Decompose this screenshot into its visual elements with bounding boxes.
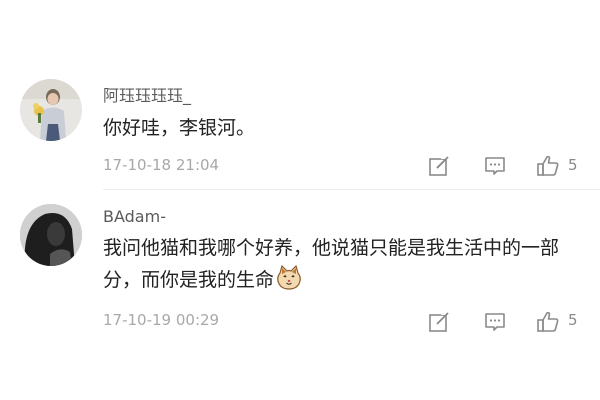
- thumbs-up-icon: [537, 155, 559, 176]
- edit-button[interactable]: [427, 310, 452, 334]
- username[interactable]: 阿珏珏珏珏_: [103, 82, 191, 106]
- like-count: 5: [568, 156, 578, 174]
- comment-icon: [485, 313, 505, 331]
- like-count: 5: [568, 311, 578, 329]
- comment-button[interactable]: [483, 154, 507, 178]
- comment-text-content: 我问他猫和我哪个好养，他说猫只能是我生活中的一部分，而你是我的生命: [103, 237, 560, 291]
- comment-list: 阿珏珏珏珏_ 你好哇，李银河。 17-10-18 21:04 5 BAdam- …: [0, 0, 600, 400]
- timestamp: 17-10-18 21:04: [103, 156, 220, 174]
- comment-text: 你好哇，李银河。: [103, 117, 256, 139]
- like-button[interactable]: [536, 310, 560, 334]
- avatar[interactable]: [20, 204, 82, 266]
- comment-button[interactable]: [483, 310, 507, 334]
- thumbs-up-icon: [537, 311, 559, 332]
- comment-icon: [485, 157, 505, 175]
- username[interactable]: BAdam-: [103, 207, 166, 226]
- cat-face-emoji: [276, 264, 302, 291]
- edit-icon: [429, 310, 452, 332]
- comment-item: BAdam- 我问他猫和我哪个好养，他说猫只能是我生活中的一部分，而你是我的生命…: [0, 190, 600, 340]
- avatar[interactable]: [20, 79, 82, 141]
- comment-item: 阿珏珏珏珏_ 你好哇，李银河。 17-10-18 21:04 5: [0, 0, 600, 190]
- comment-text: 我问他猫和我哪个好养，他说猫只能是我生活中的一部分，而你是我的生命: [103, 232, 593, 296]
- timestamp: 17-10-19 00:29: [103, 311, 220, 329]
- edit-icon: [429, 154, 452, 176]
- edit-button[interactable]: [427, 154, 452, 178]
- like-button[interactable]: [536, 154, 560, 178]
